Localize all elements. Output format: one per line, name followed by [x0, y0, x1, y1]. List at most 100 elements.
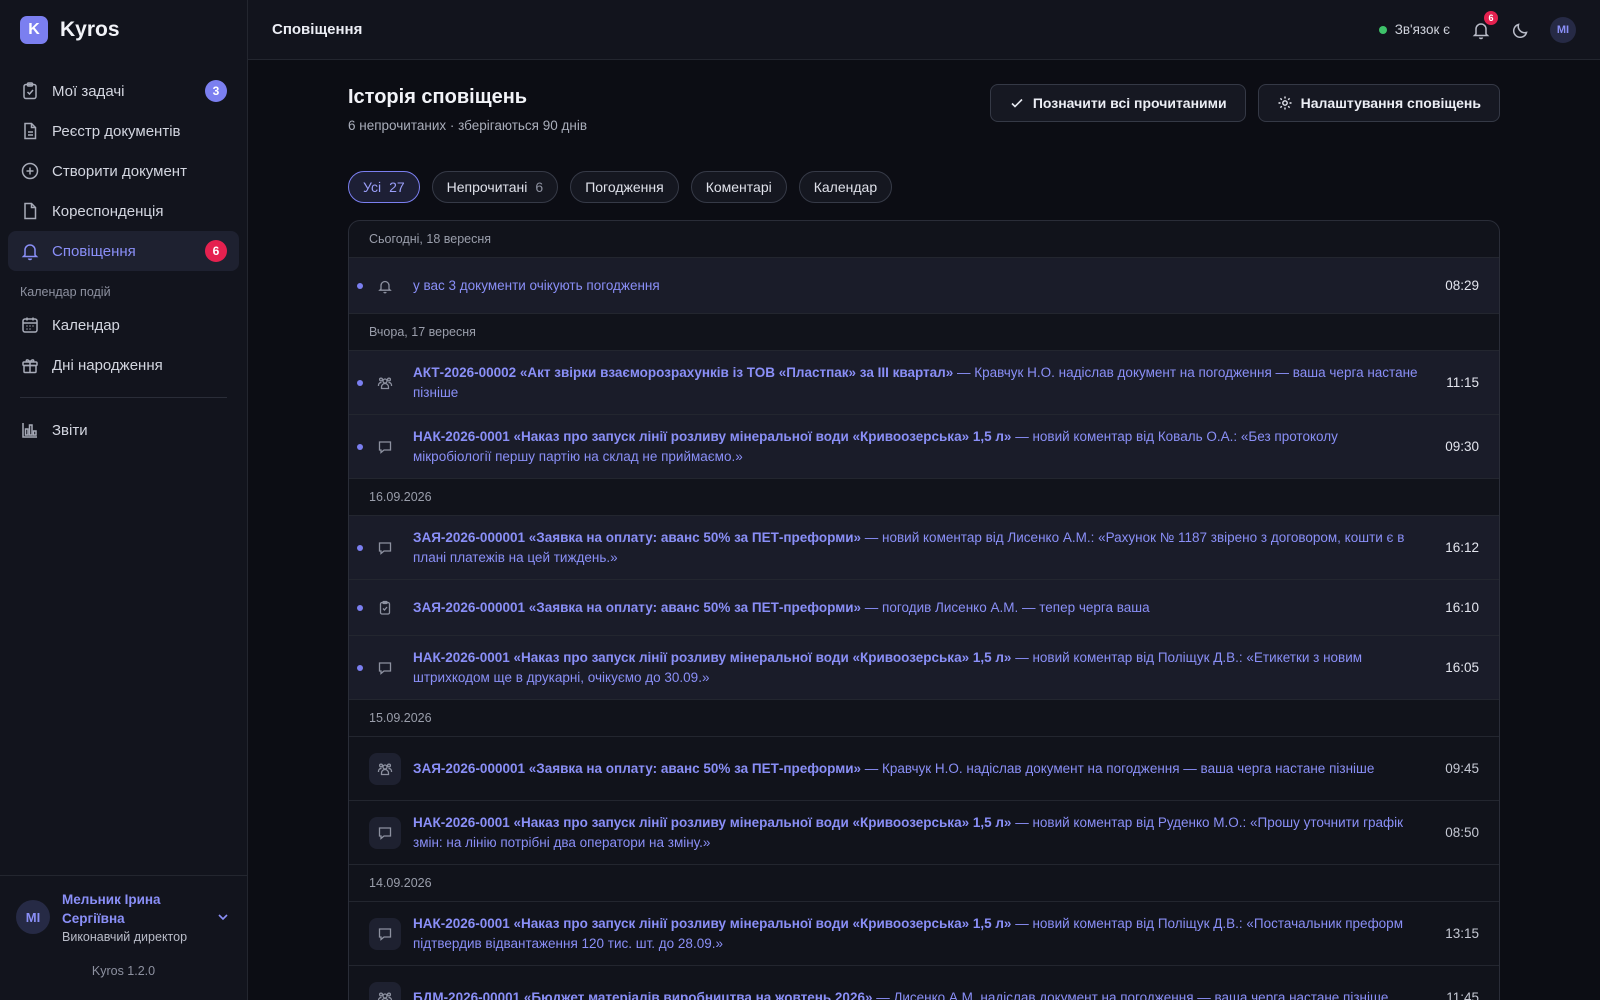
notification-text: НАК-2026-0001 «Наказ про запуск лінії ро…	[413, 427, 1439, 467]
document-link[interactable]: АКТ-2026-00002 «Акт звірки взаєморозраху…	[413, 365, 953, 380]
sidebar-item-correspondence[interactable]: Кореспонденція	[8, 191, 239, 231]
moon-icon[interactable]	[1510, 19, 1532, 41]
notification-time: 08:50	[1445, 825, 1479, 840]
sidebar-item-label: Кореспонденція	[52, 202, 164, 220]
notification-message: — Лисенко А.М. надіслав документ на пого…	[872, 989, 1389, 1000]
unread-dot	[357, 379, 363, 386]
clipboard-check-icon	[20, 81, 40, 101]
mark-all-read-label: Позначити всі прочитаними	[1032, 95, 1227, 111]
document-link[interactable]: НАК-2026-0001 «Наказ про запуск лінії ро…	[413, 429, 1011, 444]
filter-label: Календар	[813, 179, 878, 195]
notifications-list: Сьогодні, 18 вересня у вас 3 документи оч…	[348, 220, 1500, 1000]
document-icon	[20, 201, 40, 221]
page-header-title: Сповіщення	[272, 21, 363, 38]
users-icon	[369, 752, 401, 785]
filter-tabs: Усі 27 Непрочитані 6 Погодження Коментар…	[348, 171, 1500, 203]
sidebar-item-reports[interactable]: Звіти	[8, 410, 239, 450]
notification-item[interactable]: у вас 3 документи очікують погодження 08:…	[349, 258, 1499, 314]
filter-unread[interactable]: Непрочитані 6	[431, 171, 559, 203]
users-icon	[369, 367, 401, 399]
notification-time: 09:30	[1445, 439, 1479, 454]
notification-message: — Кравчук Н.О. надіслав документ на пого…	[861, 760, 1375, 776]
date-group-label: 14.09.2026	[349, 865, 1499, 902]
sidebar-item-label: Календар	[52, 316, 120, 334]
user-menu[interactable]: МІ Мельник Ірина Сергіївна Виконавчий ди…	[0, 876, 247, 944]
sidebar-item-document-registry[interactable]: Реєстр документів	[8, 111, 239, 151]
date-group-label: 16.09.2026	[349, 479, 1499, 516]
notification-time: 16:12	[1445, 540, 1479, 555]
sidebar-item-birthdays[interactable]: Дні народження	[8, 345, 239, 385]
user-info: Мельник Ірина Сергіївна Виконавчий дирек…	[62, 890, 215, 944]
notification-text: НАК-2026-0001 «Наказ про запуск лінії ро…	[413, 648, 1439, 688]
notification-time: 16:05	[1445, 660, 1479, 675]
user-role: Виконавчий директор	[62, 930, 188, 944]
sidebar-item-my-tasks[interactable]: Мої задачі 3	[8, 71, 239, 111]
notification-item[interactable]: ЗАЯ-2026-000001 «Заявка на оплату: аванс…	[349, 516, 1499, 580]
notification-item[interactable]: НАК-2026-0001 «Наказ про запуск лінії ро…	[349, 902, 1499, 966]
brand[interactable]: K Kyros	[0, 0, 247, 60]
notification-time: 11:45	[1446, 990, 1479, 1000]
sidebar-item-calendar[interactable]: Календар	[8, 305, 239, 345]
sidebar-divider	[20, 397, 227, 398]
notification-time: 16:10	[1445, 600, 1479, 615]
document-link[interactable]: НАК-2026-0001 «Наказ про запуск лінії ро…	[413, 815, 1011, 830]
notification-text: у вас 3 документи очікують погодження	[413, 276, 1439, 296]
brand-logo: K	[20, 16, 48, 44]
notification-item[interactable]: БДМ-2026-00001 «Бюджет матеріалів виробн…	[349, 966, 1499, 1000]
document-link[interactable]: НАК-2026-0001 «Наказ про запуск лінії ро…	[413, 650, 1011, 665]
sidebar-item-create-document[interactable]: Створити документ	[8, 151, 239, 191]
comment-icon	[369, 816, 401, 849]
avatar: МІ	[16, 900, 50, 934]
bell-icon	[20, 241, 40, 261]
notification-text: АКТ-2026-00002 «Акт звірки взаєморозраху…	[413, 363, 1439, 403]
document-link[interactable]: НАК-2026-0001 «Наказ про запуск лінії ро…	[413, 916, 1011, 931]
sidebar-nav: Мої задачі 3 Реєстр документів Створити …	[8, 71, 239, 450]
filter-label: Усі	[363, 179, 382, 195]
document-link[interactable]: ЗАЯ-2026-000001 «Заявка на оплату: аванс…	[413, 600, 861, 615]
page-header: Історія сповіщень 6 непрочитаних · збері…	[348, 84, 1500, 133]
document-link[interactable]: ЗАЯ-2026-000001 «Заявка на оплату: аванс…	[413, 761, 861, 776]
status-dot	[1378, 25, 1387, 34]
filter-approvals[interactable]: Погодження	[570, 171, 679, 203]
unread-dot	[357, 604, 363, 611]
bell-icon[interactable]: 6	[1470, 10, 1498, 41]
filter-all[interactable]: Усі 27	[348, 171, 420, 203]
unread-dot	[357, 544, 363, 551]
filter-calendar[interactable]: Календар	[798, 171, 893, 203]
notification-item[interactable]: АКТ-2026-00002 «Акт звірки взаєморозраху…	[349, 351, 1499, 415]
app-version: Kyros 1.2.0	[91, 964, 156, 978]
document-link[interactable]: БДМ-2026-00001 «Бюджет матеріалів виробн…	[413, 990, 872, 1000]
notification-text: НАК-2026-0001 «Наказ про запуск лінії ро…	[413, 914, 1439, 954]
notification-text: БДМ-2026-00001 «Бюджет матеріалів виробн…	[413, 988, 1439, 1000]
users-icon	[369, 981, 401, 1000]
notification-text: ЗАЯ-2026-000001 «Заявка на оплату: аванс…	[413, 759, 1439, 779]
notification-item[interactable]: ЗАЯ-2026-000001 «Заявка на оплату: аванс…	[349, 580, 1499, 636]
gift-icon	[20, 355, 40, 375]
filter-label: Коментарі	[705, 179, 772, 195]
chevron-down-icon[interactable]	[215, 909, 231, 925]
tasks-count-badge: 3	[205, 80, 227, 102]
notifications-count-badge: 6	[205, 240, 227, 262]
user-block: МІ Мельник Ірина Сергіївна Виконавчий ди…	[0, 875, 247, 1000]
page-actions: Позначити всі прочитаними Налаштування с…	[989, 84, 1500, 133]
sidebar-item-label: Створити документ	[52, 162, 187, 180]
notification-settings-button[interactable]: Налаштування сповіщень	[1257, 84, 1500, 122]
notification-item[interactable]: НАК-2026-0001 «Наказ про запуск лінії ро…	[349, 801, 1499, 865]
bar-chart-icon	[20, 420, 40, 440]
unread-dot	[357, 443, 363, 450]
sidebar-item-label: Реєстр документів	[52, 122, 181, 140]
mark-all-read-button[interactable]: Позначити всі прочитаними	[989, 84, 1246, 122]
sidebar-item-notifications[interactable]: Сповіщення 6	[8, 231, 239, 271]
filter-count: 27	[389, 179, 405, 195]
notification-item[interactable]: ЗАЯ-2026-000001 «Заявка на оплату: аванс…	[349, 737, 1499, 801]
calendar-icon	[20, 315, 40, 335]
notification-item[interactable]: НАК-2026-0001 «Наказ про запуск лінії ро…	[349, 415, 1499, 479]
filter-comments[interactable]: Коментарі	[690, 171, 787, 203]
notification-item[interactable]: НАК-2026-0001 «Наказ про запуск лінії ро…	[349, 636, 1499, 700]
avatar[interactable]: МІ	[1550, 16, 1576, 43]
user-name: Мельник Ірина Сергіївна	[62, 892, 161, 926]
sidebar-item-label: Мої задачі	[52, 82, 125, 100]
plus-circle-icon	[20, 161, 40, 181]
document-link[interactable]: ЗАЯ-2026-000001 «Заявка на оплату: аванс…	[413, 530, 861, 545]
sidebar-section-calendar: Календар подій	[20, 285, 111, 299]
